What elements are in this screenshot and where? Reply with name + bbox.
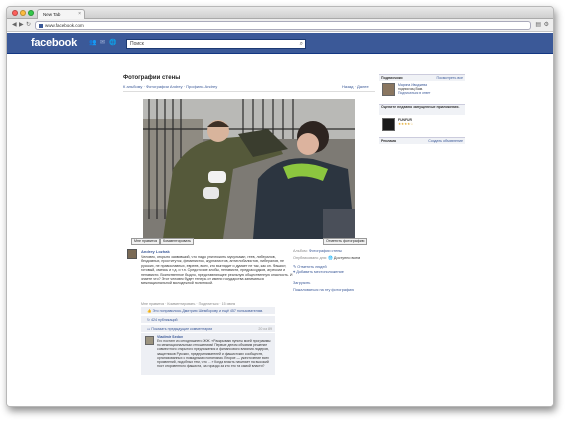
share-icon: ↻ <box>147 318 151 322</box>
browser-toolbar: ◀ ▶ ↻ www.facebook.com ▤ ⚙ <box>7 19 553 32</box>
download-link[interactable]: Загрузить <box>293 281 310 285</box>
apps-header: Оцените недавно запущенные приложения. <box>379 104 465 115</box>
browser-window: New Tab × ◀ ▶ ↻ www.facebook.com ▤ ⚙ fac… <box>6 6 554 407</box>
messages-icon[interactable]: ✉ <box>99 40 106 47</box>
post-description: Человек, открыто заявивший, что надо уни… <box>141 255 293 286</box>
avatar[interactable] <box>127 249 137 259</box>
subscriber-avatar[interactable] <box>382 83 395 96</box>
notifications-icon[interactable]: 🌐 <box>109 40 116 47</box>
facebook-logo[interactable]: facebook <box>31 37 77 49</box>
subscribers-header: Подписчики Посмотреть все <box>379 74 465 81</box>
app-info: FUNFUR ★★★★☆ <box>398 118 464 126</box>
subscribers-title: Подписчики <box>381 76 403 80</box>
shares-row[interactable]: ↻ 424 публикаций <box>141 316 275 324</box>
comment-avatar[interactable] <box>145 336 154 345</box>
add-location-link[interactable]: Добавить местоположение <box>296 270 344 274</box>
subscribe-back-link[interactable]: Подписаться в ответ <box>398 91 464 95</box>
previous-comments-row[interactable]: ▭ Показать предыдущие комментарии 20 из … <box>141 325 275 333</box>
published-value[interactable]: Доступно всем <box>334 256 360 260</box>
url-text: www.facebook.com <box>45 23 84 28</box>
address-bar[interactable]: www.facebook.com <box>35 21 531 30</box>
search-input[interactable]: Поиск ⌕ <box>126 39 306 49</box>
photo-pager[interactable]: Назад · Далее <box>342 84 369 89</box>
app-rating: ★★★★☆ <box>398 122 414 127</box>
tag-icon: ✎ <box>293 265 297 269</box>
page-menu-icon[interactable]: ▤ <box>535 22 541 29</box>
tab-close-icon[interactable]: × <box>78 10 81 19</box>
subscriber-info: Марина Иводжева подписчиц Вам. Подписать… <box>398 83 464 96</box>
post-meta[interactable]: Мне нравится · Комментировать · Поделить… <box>141 302 235 306</box>
tag-people-link[interactable]: Отметить людей <box>297 265 326 269</box>
location-icon: ⌖ <box>293 270 296 274</box>
previous-comments-link: Показать предыдущие комментарии <box>151 327 213 331</box>
comments-count: 20 из 89 <box>258 327 272 331</box>
favicon-icon <box>39 23 43 28</box>
globe-icon: 🌐 <box>328 256 333 260</box>
reload-icon[interactable]: ↻ <box>26 22 31 29</box>
page-content: Фотографии стены К альбому · Фотографии … <box>7 54 553 406</box>
friend-requests-icon[interactable]: 👥 <box>89 40 96 47</box>
divider <box>123 91 375 92</box>
breadcrumb[interactable]: К альбому · Фотографии Andrey · Профиль … <box>123 84 217 89</box>
likes-row[interactable]: 👍 Это понравилось Дмитрию Шемборову и ещ… <box>141 307 275 315</box>
album-link[interactable]: Фотографии стены <box>309 249 342 253</box>
forward-icon[interactable]: ▶ <box>19 22 24 29</box>
post-author[interactable]: Andrey Lozhak <box>141 249 170 254</box>
facebook-header: facebook 👥 ✉ 🌐 Поиск ⌕ <box>7 33 553 54</box>
title-bar: New Tab × <box>7 7 553 19</box>
comment-button[interactable]: Комментировать <box>160 238 194 245</box>
comment-text: Его постинг из сегодняшнего ЖЖ. «Раскрыв… <box>157 339 271 369</box>
ads-title: Реклама <box>381 139 397 143</box>
search-icon[interactable]: ⌕ <box>300 40 303 48</box>
back-icon[interactable]: ◀ <box>12 22 17 29</box>
minimize-window-button[interactable] <box>20 10 26 16</box>
published-label: Опубликовано для: <box>293 256 327 260</box>
page-title: Фотографии стены <box>123 75 181 81</box>
like-button[interactable]: Мне нравится <box>131 238 161 245</box>
album-label: Альбом: <box>293 249 308 253</box>
tab-title: New Tab <box>43 12 61 17</box>
report-link[interactable]: Пожаловаться на эту фотографию <box>293 288 354 292</box>
shares-text: 424 публикаций <box>151 318 178 322</box>
comment-icon: ▭ <box>147 327 151 331</box>
close-window-button[interactable] <box>12 10 18 16</box>
likes-text: Это понравилось Дмитрию Шемборову и ещё … <box>152 309 264 313</box>
see-all-link[interactable]: Посмотреть все <box>437 75 463 81</box>
wrench-icon[interactable]: ⚙ <box>544 22 549 29</box>
ads-header: Реклама Создать объявление <box>379 137 465 144</box>
browser-tab[interactable]: New Tab × <box>37 9 85 19</box>
tag-photo-button[interactable]: Отметить фотографию <box>323 238 368 245</box>
like-icon: 👍 <box>147 309 152 313</box>
search-placeholder: Поиск <box>130 41 144 47</box>
app-icon[interactable] <box>382 118 395 131</box>
comment-item: Vladimir Sedov Его постинг из сегодняшне… <box>141 333 275 375</box>
photo-scene <box>143 99 355 239</box>
main-photo[interactable] <box>143 99 355 239</box>
create-ad-link[interactable]: Создать объявление <box>428 138 463 144</box>
zoom-window-button[interactable] <box>28 10 34 16</box>
